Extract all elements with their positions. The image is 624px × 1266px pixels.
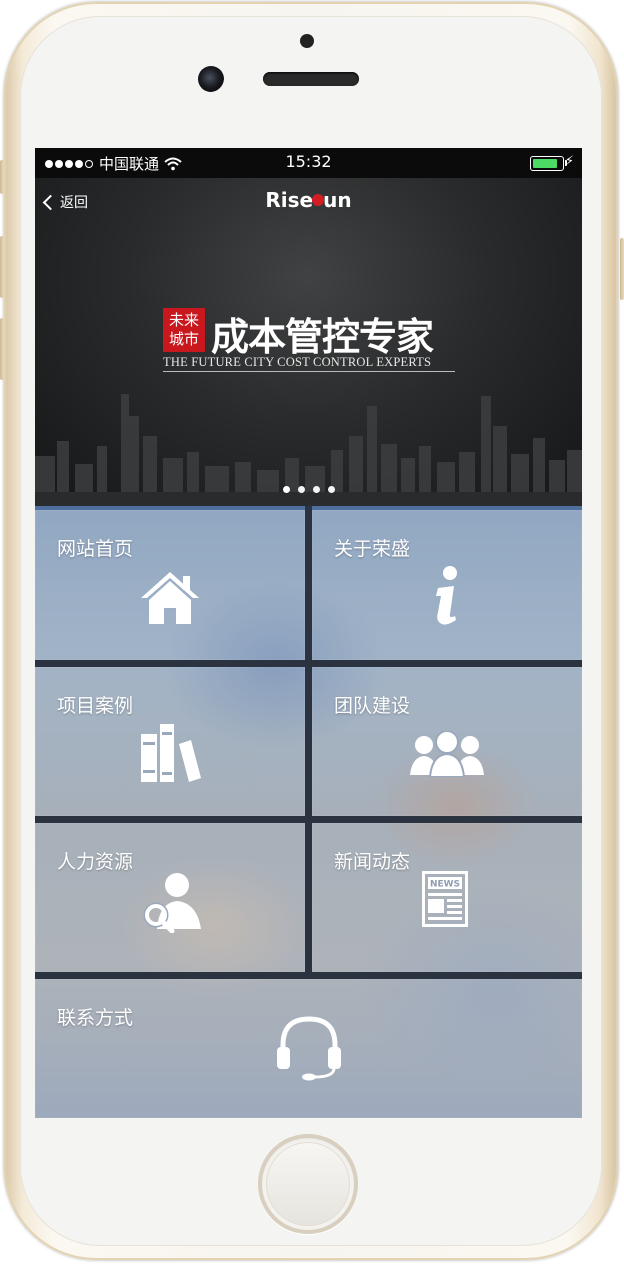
brand-logo: Rise un (265, 188, 352, 212)
team-icon (410, 731, 484, 777)
menu-item-about[interactable]: 关于荣盛 (312, 510, 582, 660)
menu-item-label: 人力资源 (57, 851, 134, 873)
menu-item-hr[interactable]: 人力资源 (35, 823, 305, 972)
menu-item-label: 网站首页 (57, 538, 134, 560)
battery-icon (530, 156, 567, 171)
books-icon (141, 724, 201, 782)
banner-subtitle: THE FUTURE CITY COST CONTROL EXPERTS (163, 355, 455, 372)
carousel-pager[interactable] (35, 478, 582, 497)
info-icon (436, 566, 457, 625)
volume-up-button (0, 236, 4, 298)
future-city-seal: 未来 城市 (163, 308, 205, 352)
nav-bar: 返回 Rise un (35, 178, 582, 226)
earpiece-speaker (263, 72, 359, 86)
pager-dot[interactable] (282, 486, 290, 493)
menu-item-label: 团队建设 (334, 695, 411, 717)
top-camera-dot (300, 34, 314, 48)
menu-item-contact[interactable]: 联系方式 (35, 979, 582, 1118)
pager-dot[interactable] (297, 486, 305, 493)
menu-grid: 网站首页 关于荣盛 项目案例 团队建设 人力资源 新闻动态 NEWS 联系方式 (35, 506, 582, 1118)
volume-down-button (0, 318, 4, 380)
svg-text:NEWS: NEWS (430, 880, 460, 890)
status-time: 15:32 (285, 152, 332, 171)
menu-item-label: 新闻动态 (334, 851, 411, 873)
grid-divider (305, 506, 312, 976)
menu-item-projects[interactable]: 项目案例 (35, 667, 305, 816)
front-camera (198, 66, 224, 92)
menu-item-label: 关于荣盛 (334, 538, 411, 560)
grid-divider (35, 660, 582, 667)
app-screen: 中国联通 15:32 ⚡ 返回 Rise un 未来 城市 成本管控专家 THE… (35, 148, 582, 1118)
hero-banner[interactable]: 返回 Rise un 未来 城市 成本管控专家 THE FUTURE CITY … (35, 178, 582, 506)
mute-switch (0, 160, 4, 194)
menu-item-home[interactable]: 网站首页 (35, 510, 305, 660)
pager-dot[interactable] (327, 486, 335, 493)
logo-dot (312, 193, 325, 206)
user-search-icon (143, 873, 201, 933)
grid-divider (35, 816, 582, 823)
grid-divider (35, 972, 582, 979)
status-bar: 中国联通 15:32 ⚡ (35, 148, 582, 178)
home-icon (141, 572, 199, 624)
news-icon: NEWS (422, 871, 468, 927)
banner-headline: 未来 城市 成本管控专家 THE FUTURE CITY COST CONTRO… (163, 308, 463, 378)
menu-item-news[interactable]: 新闻动态 NEWS (312, 823, 582, 972)
power-button (620, 238, 624, 300)
menu-item-team[interactable]: 团队建设 (312, 667, 582, 816)
pager-dot[interactable] (312, 486, 320, 493)
headset-icon (277, 1016, 341, 1081)
charging-icon: ⚡ (564, 154, 574, 169)
home-button[interactable] (258, 1134, 358, 1234)
menu-item-label: 项目案例 (57, 695, 134, 717)
banner-title: 成本管控专家 (211, 315, 434, 359)
menu-item-label: 联系方式 (57, 1007, 134, 1029)
